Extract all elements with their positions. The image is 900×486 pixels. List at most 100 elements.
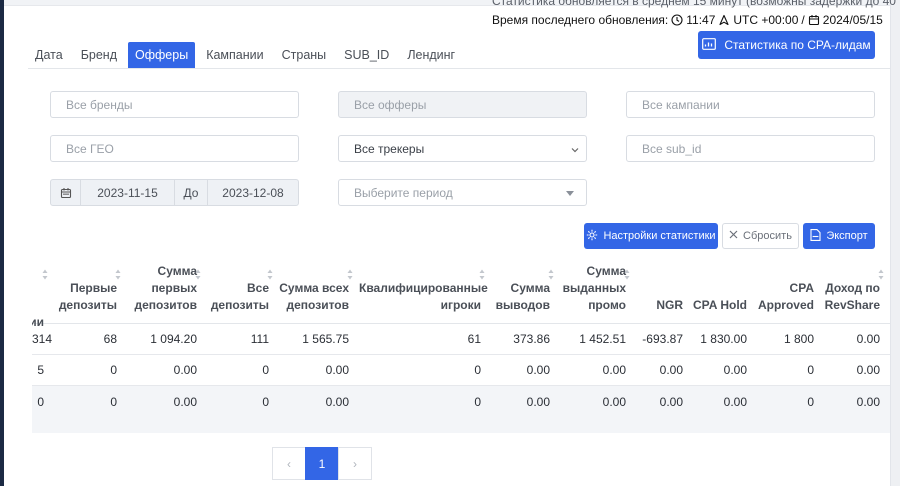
last-update-timezone: UTC +00:00 [733, 13, 799, 27]
table-cell: 0.00 [824, 323, 890, 355]
column-header[interactable]: Сумма выводов [491, 259, 560, 324]
geo-select[interactable]: Все ГЕО [50, 135, 299, 162]
right-scroll-edge [890, 0, 900, 486]
column-header[interactable]: NGR [636, 259, 693, 324]
table-cell: 0 [32, 385, 54, 433]
next-page-button[interactable]: › [338, 447, 372, 480]
table-cell: 0.00 [693, 385, 757, 433]
table-cell: 0.00 [491, 354, 560, 386]
table-row: 5 0 0.00 0 0.00 0 0.00 0.00 0.00 0.00 0 … [32, 354, 890, 386]
geo-placeholder: Все ГЕО [66, 141, 114, 156]
period-placeholder: Выберите период [354, 185, 453, 200]
table-cell: 0.00 [560, 354, 636, 386]
cpa-leads-stats-label: Статистика по CPA-лидам [724, 38, 871, 52]
table-cell: 1 830.00 [693, 323, 757, 355]
tab-offers[interactable]: Офферы [128, 42, 196, 68]
reset-button[interactable]: Сбросить [722, 223, 799, 249]
table-cell: 1 094.20 [127, 323, 207, 355]
column-header[interactable]: CPA Hold [693, 259, 757, 324]
table-cell: 0 [54, 354, 127, 386]
left-sidebar-edge [0, 0, 4, 486]
table-cell: -693.87 [636, 323, 693, 355]
tab-landing[interactable]: Лендинг [400, 42, 462, 68]
sort-icon [548, 268, 554, 280]
table-cell: 111 [207, 323, 279, 355]
stats-table: ации Первые депозиты Сумма первых депози… [32, 259, 890, 433]
table-cell: 0.00 [824, 385, 890, 433]
close-icon [729, 230, 738, 242]
tab-sub-id[interactable]: SUB_ID [337, 42, 396, 68]
caret-down-icon [566, 191, 574, 196]
column-header[interactable]: Сумма первых депозитов [127, 259, 207, 324]
report-tabs: Дата Бренд Офферы Кампании Страны SUB_ID… [28, 42, 466, 68]
sort-icon [347, 268, 353, 280]
sort-icon [115, 268, 121, 280]
table-cell: 0.00 [693, 354, 757, 386]
date-from-input[interactable]: 2023-11-15 [81, 180, 175, 205]
export-button[interactable]: Экспорт [803, 223, 875, 249]
calendar-icon [808, 14, 820, 26]
trackers-select[interactable]: Все трекеры [338, 135, 587, 162]
cpa-leads-stats-button[interactable]: Статистика по CPA-лидам [698, 31, 875, 59]
last-update-line: Время последнего обновления: 11:47 UTC +… [492, 13, 883, 27]
table-cell: 0 [757, 354, 824, 386]
table-cell: 0.00 [279, 354, 359, 386]
table-header-row: ации Первые депозиты Сумма первых депози… [32, 259, 890, 329]
trackers-value: Все трекеры [354, 141, 425, 156]
table-cell: 5 [32, 354, 54, 386]
sort-icon [479, 268, 485, 280]
tab-campaigns[interactable]: Кампании [199, 42, 270, 68]
table-cell: 0 [207, 354, 279, 386]
campaigns-select[interactable]: Все кампании [626, 91, 875, 118]
pagination: ‹ 1 › [272, 447, 372, 480]
date-to-input[interactable]: 2023-12-08 [208, 180, 298, 205]
table-cell: 0.00 [127, 354, 207, 386]
table-cell: 0 [54, 385, 127, 433]
chevron-down-icon [570, 144, 580, 154]
column-header[interactable]: ации [32, 259, 54, 329]
stats-settings-button[interactable]: Настройки статистики [584, 223, 718, 249]
brands-select[interactable]: Все бренды [50, 91, 299, 118]
table-cell: 0.00 [279, 385, 359, 433]
table-row: 314 68 1 094.20 111 1 565.75 61 373.86 1… [32, 323, 890, 355]
period-select[interactable]: Выберите период [338, 179, 587, 206]
column-header[interactable]: Доход по RevShare [824, 259, 890, 324]
column-header[interactable]: Первые депозиты [54, 259, 127, 324]
export-label: Экспорт [826, 230, 868, 242]
table-cell: 0.00 [636, 385, 693, 433]
calendar-icon [51, 180, 81, 205]
last-update-time: 11:47 [686, 13, 716, 27]
location-arrow-icon [718, 14, 730, 26]
page-1-button[interactable]: 1 [305, 447, 339, 480]
table-cell: 1 800 [757, 323, 824, 355]
last-update-label: Время последнего обновления: [492, 13, 669, 27]
campaigns-placeholder: Все кампании [642, 97, 720, 112]
tab-brand[interactable]: Бренд [74, 42, 124, 68]
table-cell: 68 [54, 323, 127, 355]
table-cell: 1 565.75 [279, 323, 359, 355]
column-header[interactable]: Сумма всех депозитов [279, 259, 359, 324]
gear-icon [586, 229, 598, 244]
subid-select[interactable]: Все sub_id [626, 135, 875, 162]
offers-select[interactable]: Все офферы [338, 91, 587, 118]
date-range-picker[interactable]: 2023-11-15 До 2023-12-08 [50, 179, 299, 206]
date-to-label: До [175, 180, 208, 205]
table-cell: 61 [359, 323, 491, 355]
table-cell: 0 [359, 354, 491, 386]
tab-countries[interactable]: Страны [275, 42, 334, 68]
table-cell: 0.00 [127, 385, 207, 433]
sort-icon [624, 268, 630, 280]
chart-icon [702, 37, 717, 53]
column-header[interactable]: Сумма выданных промо [560, 259, 636, 324]
tab-date[interactable]: Дата [28, 42, 70, 68]
table-cell: 0.00 [491, 385, 560, 433]
sort-icon [878, 268, 884, 280]
column-header[interactable]: Все депозиты [207, 259, 279, 324]
prev-page-button[interactable]: ‹ [272, 447, 306, 480]
table-cell: 0 [207, 385, 279, 433]
sort-icon [195, 268, 201, 280]
tabs-divider [28, 68, 890, 69]
subid-placeholder: Все sub_id [642, 141, 702, 156]
column-header[interactable]: CPA Approved [757, 259, 824, 324]
column-header[interactable]: Квалифицированные игроки [359, 259, 491, 324]
